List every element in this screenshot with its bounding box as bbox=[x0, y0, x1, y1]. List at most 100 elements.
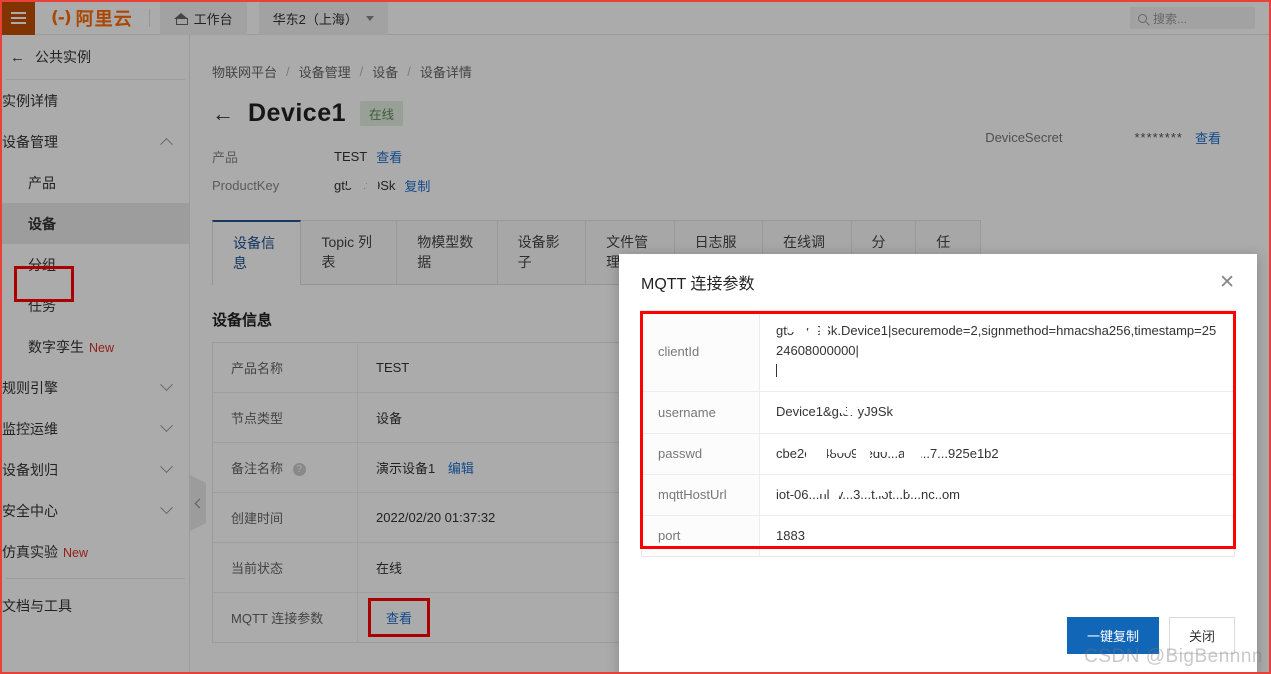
product-view-link[interactable]: 查看 bbox=[376, 147, 402, 166]
sidebar-item-label: 文档与工具 bbox=[2, 597, 72, 614]
cell-key: username bbox=[641, 391, 760, 434]
cell-key: port bbox=[641, 515, 760, 557]
sidebar-divider bbox=[6, 578, 185, 579]
sidebar-collapse-handle[interactable] bbox=[190, 475, 206, 531]
mqtt-view-link[interactable]: 查看 bbox=[386, 611, 412, 626]
search-input[interactable]: 搜索... bbox=[1130, 7, 1255, 29]
cell-key: 备注名称 ? bbox=[212, 442, 358, 493]
region-label: 华东2（上海） bbox=[272, 11, 358, 27]
chevron-down-icon bbox=[160, 501, 173, 515]
tab-device-info[interactable]: 设备信息 bbox=[212, 220, 302, 285]
device-secret-view-link[interactable]: 查看 bbox=[1195, 128, 1221, 147]
device-secret-value: ******** bbox=[1134, 130, 1183, 145]
aliyun-logo-text: 阿里云 bbox=[75, 9, 133, 29]
divider bbox=[148, 9, 150, 27]
watermark: CSDN @BigBennnn bbox=[1084, 646, 1263, 667]
app-window: (-) 阿里云 工作台 华东2（上海） 搜索... ← 公共实例 实例详情 设备… bbox=[0, 0, 1271, 674]
sidebar-item-label: 设备划归 bbox=[2, 461, 58, 478]
new-tag: New bbox=[89, 340, 115, 355]
device-info-table: 产品名称 TEST 节点类型 设备 备注名称 ? 演示设备1 编辑 创建时间 2… bbox=[212, 342, 626, 643]
dialog-header: MQTT 连接参数 ✕ bbox=[619, 254, 1257, 310]
clientid-text: gt5FyJ9Sk.Device1|securemode=2,signmetho… bbox=[776, 323, 1217, 359]
back-arrow-icon[interactable]: ← bbox=[212, 102, 234, 125]
tab-tsl-data[interactable]: 物模型数据 bbox=[396, 220, 498, 284]
help-icon[interactable]: ? bbox=[292, 463, 306, 477]
meta-row-productkey: ProductKey gt5FyJ9Sk 复制 bbox=[212, 171, 1269, 200]
sidebar-item-label: 仿真实验 New bbox=[2, 543, 89, 560]
remark-value: 演示设备1 bbox=[376, 461, 436, 476]
close-icon[interactable]: ✕ bbox=[1219, 273, 1235, 292]
page-title-row: ← Device1 在线 bbox=[190, 81, 1269, 128]
cell-value: 查看 bbox=[358, 593, 626, 643]
productkey-copy-link[interactable]: 复制 bbox=[404, 176, 430, 195]
dialog-title: MQTT 连接参数 bbox=[641, 276, 755, 293]
left-sidebar: ← 公共实例 实例详情 设备管理 产品 设备 分组 任务 数字孪生 New 规则… bbox=[2, 35, 190, 672]
sidebar-back-public-instance[interactable]: ← 公共实例 bbox=[2, 35, 189, 79]
cell-value: 在线 bbox=[357, 542, 626, 593]
sidebar-item-rule-engine[interactable]: 规则引擎 bbox=[2, 367, 189, 408]
sidebar-item-device[interactable]: 设备 bbox=[2, 203, 189, 244]
mqtt-params-dialog: MQTT 连接参数 ✕ clientId gt5FyJ9Sk.Device1|s… bbox=[619, 254, 1257, 672]
breadcrumb-item-2[interactable]: 设备 bbox=[372, 62, 398, 81]
passwd-value: cbe2e...480096ed0...aca...7...925e1b2 bbox=[776, 443, 999, 464]
top-navigation-bar: (-) 阿里云 工作台 华东2（上海） 搜索... bbox=[2, 2, 1269, 35]
table-row: passwd cbe2e...480096ed0...aca...7...925… bbox=[641, 433, 1235, 475]
breadcrumb-item-1[interactable]: 设备管理 bbox=[299, 62, 351, 81]
table-row: username Device1&gt5FyJ9Sk bbox=[641, 391, 1235, 434]
sidebar-item-docs-and-tools[interactable]: 文档与工具 bbox=[2, 585, 189, 626]
productkey-value-redacted: gt5FyJ9Sk bbox=[334, 178, 395, 195]
sidebar-item-monitoring-ops[interactable]: 监控运维 bbox=[2, 408, 189, 449]
username-text: Device1&gt5FyJ9Sk bbox=[776, 404, 894, 420]
cell-value: Device1&gt5FyJ9Sk bbox=[759, 391, 1235, 434]
cell-key: 创建时间 bbox=[212, 492, 358, 543]
sidebar-item-label: 规则引擎 bbox=[2, 379, 58, 396]
arrow-left-icon: ← bbox=[10, 48, 25, 66]
product-value: TEST bbox=[334, 149, 368, 164]
edit-link[interactable]: 编辑 bbox=[448, 461, 474, 476]
sidebar-item-label: 设备 bbox=[28, 215, 56, 232]
sidebar-item-simulation-lab[interactable]: 仿真实验 New bbox=[2, 531, 189, 572]
device-meta: 产品 TEST 查看 ProductKey gt5FyJ9Sk bbox=[190, 128, 1269, 200]
device-secret-row: DeviceSecret ******** 查看 bbox=[985, 128, 1221, 147]
sidebar-item-label: 安全中心 bbox=[2, 502, 58, 519]
new-tag: New bbox=[63, 545, 89, 560]
mqtthosturl-text: iot-06...nl3v...3...t.iot...b...nc..om bbox=[776, 486, 961, 502]
tab-device-shadow[interactable]: 设备影子 bbox=[496, 220, 587, 284]
sidebar-item-product[interactable]: 产品 bbox=[2, 162, 189, 203]
aliyun-logo-mark: (-) bbox=[51, 8, 72, 28]
hamburger-icon[interactable] bbox=[2, 2, 35, 35]
table-row: 备注名称 ? 演示设备1 编辑 bbox=[212, 442, 626, 493]
aliyun-logo[interactable]: (-) 阿里云 bbox=[35, 2, 147, 35]
table-row: 创建时间 2022/02/20 01:37:32 bbox=[212, 492, 626, 543]
breadcrumb-item-3: 设备详情 bbox=[419, 65, 472, 80]
sidebar-item-device-management[interactable]: 设备管理 bbox=[2, 121, 189, 162]
breadcrumb-item-0[interactable]: 物联网平台 bbox=[212, 62, 277, 81]
workbench-button[interactable]: 工作台 bbox=[159, 2, 247, 35]
table-row: 当前状态 在线 bbox=[212, 542, 626, 593]
table-row: 产品名称 TEST bbox=[212, 342, 626, 393]
breadcrumb-separator: / bbox=[407, 64, 411, 79]
breadcrumb: 物联网平台 / 设备管理 / 设备 / 设备详情 bbox=[190, 35, 1269, 81]
sidebar-item-task[interactable]: 任务 bbox=[2, 285, 189, 326]
sidebar-item-security-center[interactable]: 安全中心 bbox=[2, 490, 189, 531]
mqtt-params-table: clientId gt5FyJ9Sk.Device1|securemode=2,… bbox=[641, 310, 1235, 557]
sidebar-item-group[interactable]: 分组 bbox=[2, 244, 189, 285]
tab-topic-list[interactable]: Topic 列表 bbox=[300, 220, 398, 284]
mqtt-view-link-highlight: 查看 bbox=[368, 598, 431, 637]
region-selector[interactable]: 华东2（上海） bbox=[258, 2, 388, 35]
sidebar-item-label: 数字孪生 New bbox=[28, 338, 115, 355]
cell-key: mqttHostUrl bbox=[641, 474, 760, 516]
chevron-down-icon bbox=[160, 460, 173, 474]
cell-value: gt5FyJ9Sk.Device1|securemode=2,signmetho… bbox=[759, 310, 1235, 393]
clientid-value: gt5FyJ9Sk.Device1|securemode=2,signmetho… bbox=[776, 321, 1218, 361]
sidebar-item-device-allocation[interactable]: 设备划归 bbox=[2, 449, 189, 490]
cell-value: 演示设备1 编辑 bbox=[357, 442, 626, 493]
chevron-down-icon bbox=[365, 15, 374, 21]
cell-key: clientId bbox=[641, 310, 760, 393]
cell-key: 节点类型 bbox=[212, 392, 358, 443]
chevron-down-icon bbox=[160, 378, 173, 392]
device-secret-label: DeviceSecret bbox=[985, 130, 1063, 145]
sidebar-item-instance-detail[interactable]: 实例详情 bbox=[2, 80, 189, 121]
sidebar-item-digital-twin[interactable]: 数字孪生 New bbox=[2, 326, 189, 367]
breadcrumb-separator: / bbox=[286, 64, 290, 79]
